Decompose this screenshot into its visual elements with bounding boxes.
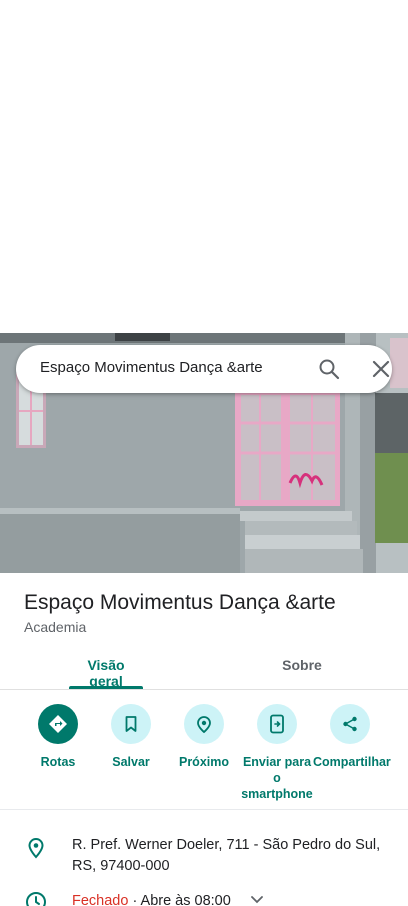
tab-overview[interactable]: Visão geral	[69, 657, 143, 689]
address-text[interactable]: R. Pref. Werner Doeler, 711 - São Pedro …	[72, 835, 382, 877]
nearby-icon	[184, 704, 224, 744]
active-tab-indicator	[69, 686, 143, 689]
share-button[interactable]: Compartilhar	[313, 703, 391, 770]
place-title: Espaço Movimentus Dança &arte	[24, 591, 336, 614]
clock-icon	[24, 890, 48, 906]
action-buttons: Rotas Salvar Próximo Enviar para o smart…	[0, 703, 408, 810]
nearby-button[interactable]: Próximo	[167, 703, 241, 770]
send-to-phone-button[interactable]: Enviar para o smartphone	[240, 703, 314, 802]
save-button[interactable]: Salvar	[94, 703, 168, 770]
directions-label: Rotas	[40, 755, 76, 769]
directions-button[interactable]: Rotas	[21, 703, 95, 770]
map-area[interactable]	[0, 0, 408, 333]
search-icon[interactable]	[317, 357, 341, 381]
share-label: Compartilhar	[313, 755, 391, 769]
search-input[interactable]: Espaço Movimentus Dança &arte	[40, 359, 263, 376]
bookmark-icon	[111, 704, 151, 744]
tab-bar: Visão geral Sobre	[0, 645, 408, 690]
location-pin-icon	[24, 836, 48, 860]
hours-detail: · Abre às 08:00	[128, 893, 231, 906]
directions-icon	[38, 704, 78, 744]
search-bar[interactable]: Espaço Movimentus Dança &arte	[16, 345, 392, 393]
tab-about[interactable]: Sobre	[262, 657, 342, 673]
chevron-down-icon[interactable]	[248, 890, 266, 906]
send-to-phone-icon	[257, 704, 297, 744]
save-label: Salvar	[112, 755, 150, 769]
send-to-phone-label: Enviar para o smartphone	[241, 755, 313, 801]
place-category[interactable]: Academia	[24, 619, 86, 635]
close-icon[interactable]	[369, 357, 393, 381]
nearby-label: Próximo	[178, 755, 229, 769]
share-icon	[330, 704, 370, 744]
opening-hours[interactable]: Fechado · Abre às 08:00	[72, 893, 231, 906]
hours-status: Fechado	[72, 893, 129, 906]
